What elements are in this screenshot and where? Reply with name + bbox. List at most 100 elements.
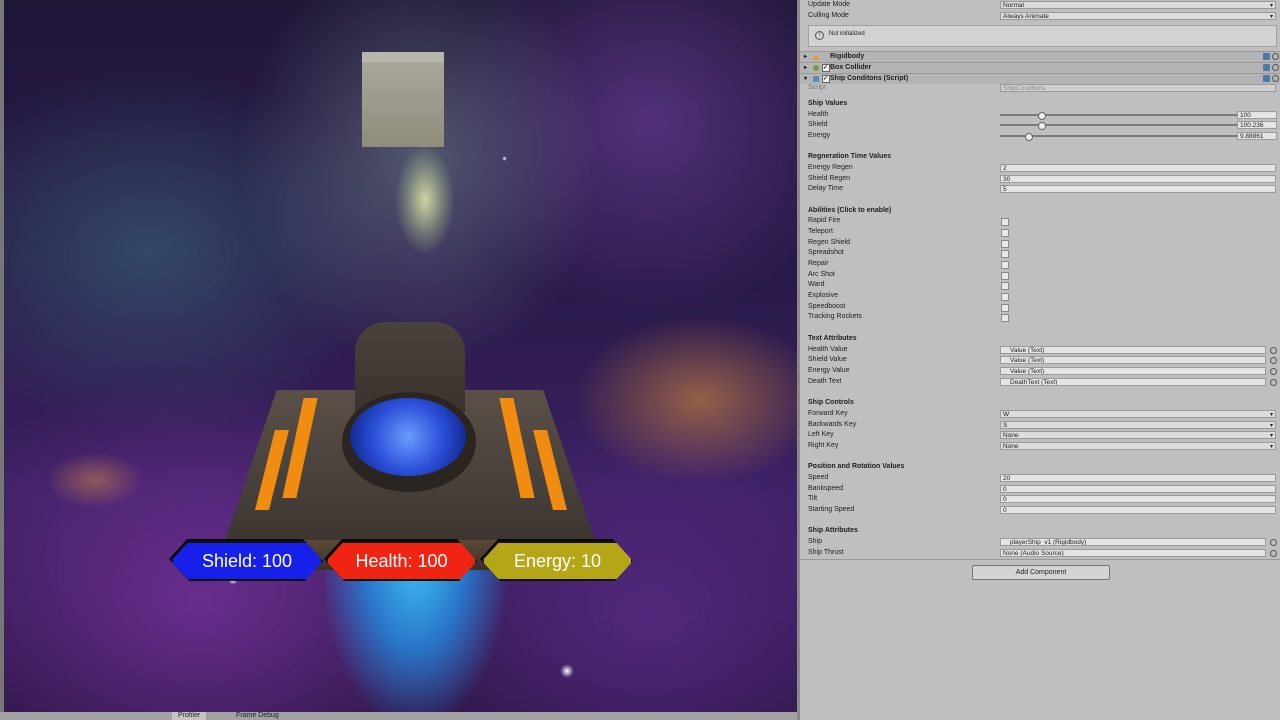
death-text-field[interactable]: DeathText (Text) <box>1000 378 1266 386</box>
divider <box>800 559 1280 560</box>
culling-mode-dropdown[interactable]: Always Animate ▾ <box>1000 12 1276 20</box>
speedboost-checkbox[interactable] <box>1001 304 1009 312</box>
energy-value[interactable]: 9.88861 <box>1237 132 1277 140</box>
ability-label: Arc Shot <box>808 271 835 278</box>
shield-regen-label: Shield Regen <box>808 175 851 182</box>
health-text-field[interactable]: Value (Text) <box>1000 346 1266 354</box>
not-initialized-text: Not initialized <box>829 31 865 37</box>
regen-heading: Regneration Time Values <box>808 153 892 160</box>
viewport-edge <box>0 0 4 712</box>
speed-input[interactable]: 20 <box>1000 474 1276 482</box>
energy-regen-label: Energy Regen <box>808 164 853 171</box>
ability-label: Rapid Fire <box>808 217 841 224</box>
hud-health: Health: 100 <box>326 541 477 581</box>
left-key-dropdown[interactable]: None ▾ <box>1000 431 1276 439</box>
shield-value[interactable]: 100.236 <box>1237 121 1277 129</box>
dropdown-arrow-icon: ▾ <box>1269 423 1273 429</box>
energy-slider-knob[interactable] <box>1025 133 1033 141</box>
ability-label: Explosive <box>808 292 838 299</box>
forward-key-dropdown[interactable]: W ▾ <box>1000 410 1276 418</box>
update-mode-dropdown[interactable]: Normal ▾ <box>1000 1 1276 9</box>
arc-shot-checkbox[interactable] <box>1001 272 1009 280</box>
object-picker-icon[interactable] <box>1270 357 1277 364</box>
health-value[interactable]: 100 <box>1237 111 1277 119</box>
component-rigidbody[interactable]: ▸ Rigidbody <box>800 51 1280 62</box>
object-picker-icon[interactable] <box>1270 379 1277 386</box>
cube-object <box>362 52 444 147</box>
add-component-button[interactable]: Add Component <box>972 565 1110 580</box>
health-slider-knob[interactable] <box>1038 112 1046 120</box>
foldout-arrow-icon[interactable]: ▾ <box>804 74 807 84</box>
death-text-label: Death Text <box>808 378 842 385</box>
repair-checkbox[interactable] <box>1001 261 1009 269</box>
energy-label: Energy <box>808 132 831 139</box>
update-mode-value: Normal <box>1003 2 1024 9</box>
not-initialized-box: ! Not initialized <box>808 25 1277 47</box>
tilt-input[interactable]: 0 <box>1000 495 1276 503</box>
energy-regen-input[interactable]: 2 <box>1000 164 1276 172</box>
enabled-checkbox[interactable]: ✓ <box>822 64 830 72</box>
ship-object-field[interactable]: playerShip_v1 (Rigidbody) <box>1000 538 1266 546</box>
health-slider[interactable] <box>1000 114 1244 116</box>
object-picker-icon[interactable] <box>1270 347 1277 354</box>
energy-value-label: Energy Value <box>808 367 850 374</box>
ship-thrust-label: Ship Thrust <box>808 549 844 556</box>
backwards-key-dropdown[interactable]: S ▾ <box>1000 421 1276 429</box>
gear-icon[interactable] <box>1272 53 1279 60</box>
help-icon[interactable] <box>1263 75 1270 82</box>
enabled-checkbox[interactable]: ✓ <box>822 75 830 83</box>
explosive-checkbox[interactable] <box>1001 293 1009 301</box>
position-heading: Position and Rotation Values <box>808 463 905 470</box>
tilt-label: Tilt <box>808 495 818 502</box>
help-icon[interactable] <box>1263 64 1270 71</box>
right-key-value: None <box>1003 443 1019 450</box>
ability-label: Ward <box>808 281 825 288</box>
regen-shield-checkbox[interactable] <box>1001 240 1009 248</box>
ability-label: Speedboost <box>808 303 846 310</box>
energy-slider[interactable] <box>1000 135 1244 137</box>
component-ship-conditions[interactable]: ▾ ✓ Ship Conditons (Script) <box>800 73 1280 84</box>
left-key-label: Left Key <box>808 431 834 438</box>
ward-checkbox[interactable] <box>1001 282 1009 290</box>
object-picker-icon[interactable] <box>1270 550 1277 557</box>
text-attributes-heading: Text Attributes <box>808 335 857 342</box>
collider-icon <box>813 65 819 71</box>
delay-time-input[interactable]: 5 <box>1000 185 1276 193</box>
right-key-dropdown[interactable]: None ▾ <box>1000 442 1276 450</box>
component-box-collider[interactable]: ▸ ✓ Box Collider <box>800 62 1280 73</box>
foldout-arrow-icon[interactable]: ▸ <box>804 63 807 73</box>
gear-icon[interactable] <box>1272 64 1279 71</box>
abilities-heading: Abilities (Click to enable) <box>808 207 892 214</box>
rapid-fire-checkbox[interactable] <box>1001 218 1009 226</box>
help-icon[interactable] <box>1263 53 1270 60</box>
star <box>502 156 507 161</box>
script-icon <box>813 76 819 82</box>
game-viewport[interactable]: Shield: 100 Health: 100 Energy: 10 <box>0 0 797 712</box>
backwards-key-value: S <box>1003 422 1008 429</box>
tracking-rockets-checkbox[interactable] <box>1001 314 1009 322</box>
gear-icon[interactable] <box>1272 75 1279 82</box>
forward-key-value: W <box>1003 411 1010 418</box>
object-picker-icon[interactable] <box>1270 539 1277 546</box>
teleport-checkbox[interactable] <box>1001 229 1009 237</box>
spreadshot-checkbox[interactable] <box>1001 250 1009 258</box>
shield-regen-input[interactable]: 30 <box>1000 175 1276 183</box>
bankspeed-input[interactable]: 0 <box>1000 485 1276 493</box>
shield-slider[interactable] <box>1000 124 1244 126</box>
ship-values-heading: Ship Values <box>808 100 848 107</box>
shield-text-field[interactable]: Value (Text) <box>1000 356 1266 364</box>
hud-energy: Energy: 10 <box>482 541 633 581</box>
update-mode-label: Update Mode <box>808 1 851 8</box>
right-key-label: Right Key <box>808 442 839 449</box>
foldout-arrow-icon[interactable]: ▸ <box>804 52 807 62</box>
shield-slider-knob[interactable] <box>1038 122 1046 130</box>
tab-frame-debug[interactable]: Frame Debug <box>230 712 285 720</box>
ship-thrust-glow <box>325 560 505 712</box>
dropdown-arrow-icon: ▾ <box>1269 3 1273 9</box>
energy-text-field[interactable]: Value (Text) <box>1000 367 1266 375</box>
starting-speed-input[interactable]: 0 <box>1000 506 1276 514</box>
tab-profiler[interactable]: Profiler <box>172 712 207 720</box>
object-picker-icon[interactable] <box>1270 368 1277 375</box>
ship-conditions-title: Ship Conditons (Script) <box>830 75 909 82</box>
ship-thrust-field[interactable]: None (Audio Source) <box>1000 549 1266 557</box>
